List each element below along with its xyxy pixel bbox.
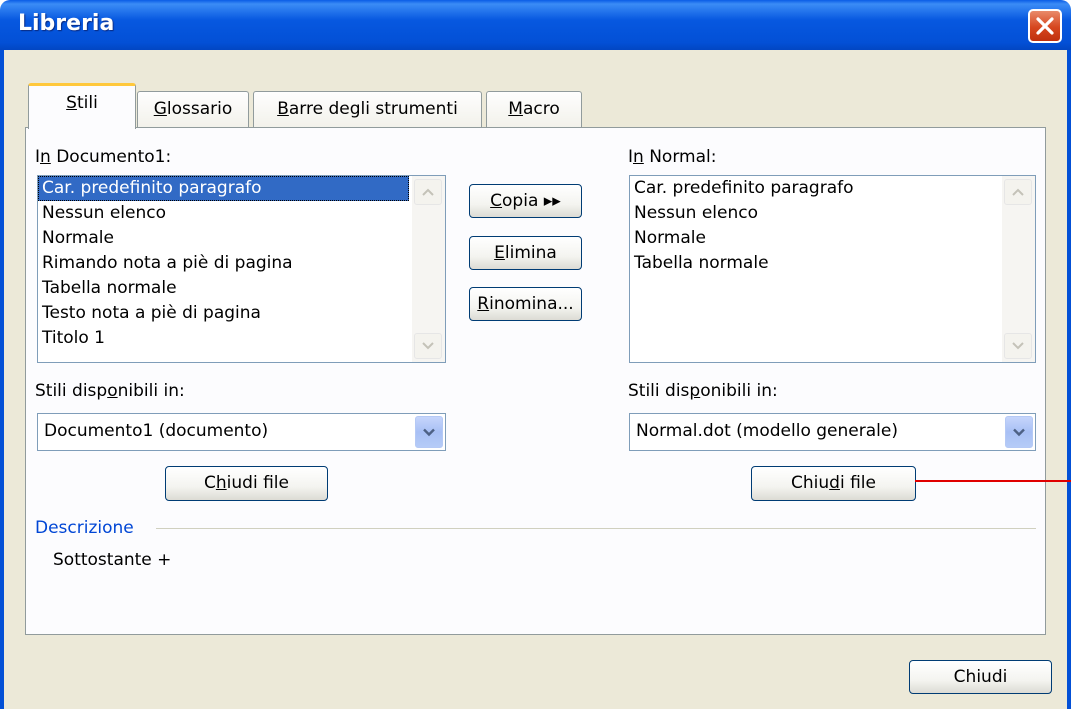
left-styles-list[interactable]: Car. predefinito paragrafo Nessun elenco N… — [37, 175, 446, 363]
label-part: Stili disp — [35, 381, 108, 401]
label-part: C — [204, 473, 216, 493]
right-scrollbar[interactable] — [1002, 176, 1035, 362]
tab-barre-mnemonic: B — [277, 99, 289, 119]
right-close-file-button[interactable]: Chiudi file — [751, 466, 916, 501]
list-item[interactable]: Tabella normale — [630, 251, 1035, 276]
scroll-down-button[interactable] — [414, 333, 442, 359]
rename-mnemonic: R — [477, 294, 490, 314]
chevron-up-icon — [1012, 188, 1024, 196]
label-mnemonic: n — [633, 147, 644, 167]
label-mnemonic: n — [40, 147, 51, 167]
annotation-line — [915, 480, 1071, 482]
divider — [156, 528, 1036, 529]
label-mnemonic: o — [107, 381, 118, 401]
label-mnemonic: d — [829, 473, 840, 493]
tab-panel-stili: In Documento1: Car. predefinito paragraf… — [25, 127, 1046, 635]
label-part: iudi file — [226, 473, 289, 493]
description-heading: Descrizione — [35, 518, 134, 538]
list-item[interactable]: Normale — [38, 226, 445, 251]
tab-glossario-label: lossario — [166, 99, 233, 119]
close-button[interactable]: Chiudi — [909, 660, 1052, 694]
tab-stili[interactable]: Stili — [28, 83, 136, 129]
rename-button[interactable]: Rinomina... — [469, 287, 582, 321]
chevron-down-icon — [423, 428, 435, 437]
right-source-value: Normal.dot (modello generale) — [636, 421, 898, 441]
right-source-select[interactable]: Normal.dot (modello generale) — [629, 413, 1036, 451]
left-source-select[interactable]: Documento1 (documento) — [37, 413, 446, 451]
label-part: i file — [839, 473, 876, 493]
left-items: Car. predefinito paragrafo Nessun elenco N… — [38, 176, 445, 351]
tab-barre-strumenti[interactable]: Barre degli strumenti — [253, 91, 482, 128]
list-item[interactable]: Testo nota a piè di pagina — [38, 301, 445, 326]
dropdown-button[interactable] — [415, 416, 443, 448]
label-mnemonic: h — [215, 473, 227, 493]
window-title: Libreria — [18, 11, 115, 36]
copy-label: opia ▸▸ — [502, 191, 561, 211]
list-item[interactable]: Normale — [630, 226, 1035, 251]
list-item[interactable]: Car. predefinito paragrafo — [630, 176, 1035, 201]
tab-macro-mnemonic: M — [508, 99, 523, 119]
right-items: Car. predefinito paragrafo Nessun elenco N… — [630, 176, 1035, 276]
list-item[interactable]: Tabella normale — [38, 276, 445, 301]
label-part: Normal: — [643, 147, 717, 167]
tab-macro-label: acro — [522, 99, 560, 119]
list-item[interactable]: Car. predefinito paragrafo — [38, 176, 409, 201]
left-close-file-button[interactable]: Chiudi file — [165, 466, 328, 501]
library-dialog: Libreria Stili Glossario Barre degli str… — [0, 0, 1071, 709]
title-bar[interactable]: Libreria — [0, 0, 1071, 50]
copy-button[interactable]: Copia ▸▸ — [469, 184, 582, 218]
tab-barre-label: arre degli strumenti — [288, 99, 458, 119]
list-item[interactable]: Titolo 1 — [38, 326, 445, 351]
tab-glossario[interactable]: Glossario — [137, 91, 249, 128]
list-item[interactable]: Nessun elenco — [38, 201, 445, 226]
close-icon — [1036, 17, 1054, 35]
chevron-down-icon — [1012, 342, 1024, 350]
left-scrollbar[interactable] — [412, 176, 445, 362]
tab-stili-mnemonic: S — [66, 93, 77, 113]
scroll-up-button[interactable] — [1004, 179, 1032, 205]
label-part: Stili dis — [628, 381, 690, 401]
tab-glossario-mnemonic: G — [153, 99, 167, 119]
scroll-up-button[interactable] — [414, 179, 442, 205]
chevron-up-icon — [422, 188, 434, 196]
chevron-down-icon — [422, 342, 434, 350]
label-part: Documento1: — [50, 147, 172, 167]
copy-mnemonic: C — [490, 191, 503, 211]
close-window-button[interactable] — [1028, 9, 1062, 43]
label-part: nibili in: — [117, 381, 185, 401]
tab-macro[interactable]: Macro — [486, 91, 582, 128]
delete-button[interactable]: Elimina — [469, 236, 582, 270]
description-text: Sottostante + — [53, 550, 172, 570]
label-mnemonic: p — [689, 381, 701, 401]
delete-label: limina — [504, 243, 557, 263]
right-styles-list[interactable]: Car. predefinito paragrafo Nessun elenco N… — [629, 175, 1036, 363]
left-source-value: Documento1 (documento) — [44, 421, 269, 441]
right-list-label: In Normal: — [628, 147, 716, 167]
list-item[interactable]: Nessun elenco — [630, 201, 1035, 226]
left-list-label: In Documento1: — [35, 147, 171, 167]
tab-stili-label: tili — [76, 93, 98, 113]
label-part: Chiu — [791, 473, 830, 493]
label-part: onibili in: — [700, 381, 778, 401]
delete-mnemonic: E — [494, 243, 505, 263]
chevron-down-icon — [1013, 428, 1025, 437]
right-available-label: Stili disponibili in: — [628, 381, 778, 401]
rename-label: inomina... — [489, 294, 574, 314]
left-available-label: Stili disponibili in: — [35, 381, 185, 401]
list-item[interactable]: Rimando nota a piè di pagina — [38, 251, 445, 276]
scroll-down-button[interactable] — [1004, 333, 1032, 359]
dropdown-button[interactable] — [1005, 416, 1033, 448]
